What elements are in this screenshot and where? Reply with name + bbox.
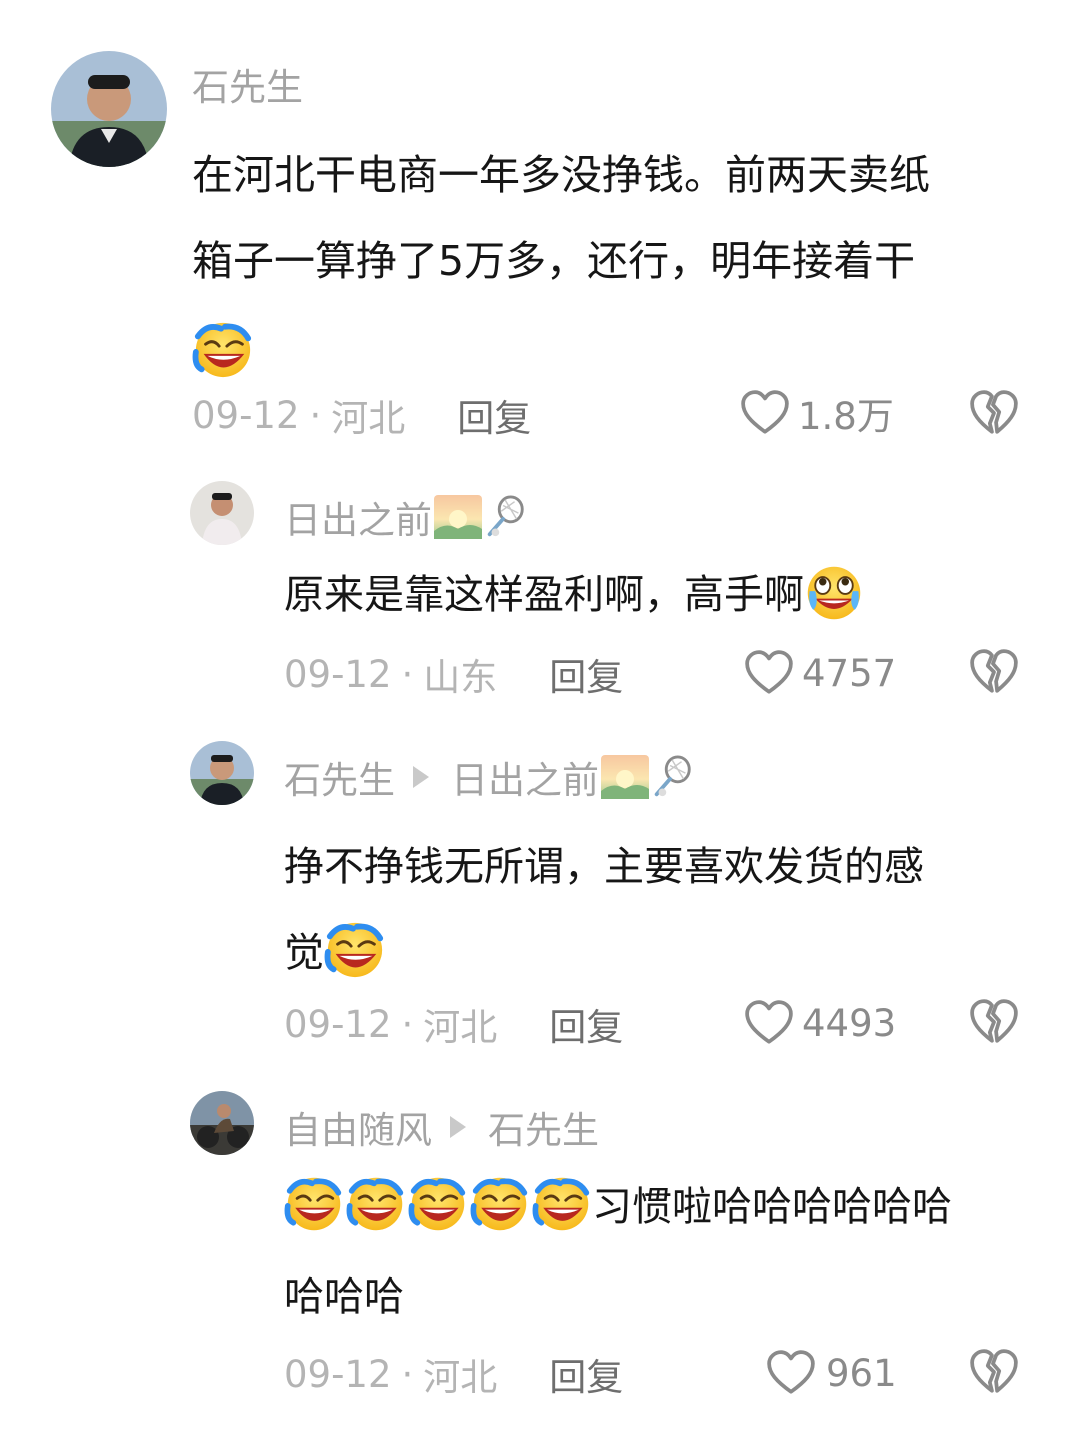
comment-text: 习惯啦哈哈哈哈哈哈 哈哈哈 (284, 1162, 952, 1342)
comment-location: 河北 (331, 397, 406, 440)
avatar-photo (190, 481, 254, 545)
reply-button[interactable]: 回复 (457, 388, 531, 442)
author-name-line: 日出之前 (284, 493, 528, 542)
comment-location: 河北 (423, 1356, 498, 1399)
comment-date: 09-12 (192, 393, 300, 437)
badminton-racket-icon (482, 494, 528, 540)
reply-button[interactable]: 回复 (549, 1347, 623, 1401)
comment-meta: 09-12 · 山东 回复 (284, 651, 623, 700)
broken-heart-icon[interactable] (969, 1349, 1019, 1395)
broken-heart-icon[interactable] (969, 649, 1019, 695)
separator: · (401, 652, 414, 696)
like-count: 4493 (802, 1001, 897, 1045)
avatar[interactable] (190, 481, 254, 545)
like-button[interactable]: 961 (766, 1348, 897, 1398)
author-name[interactable]: 石先生 (284, 750, 395, 804)
comment-text-line-with-emoji: 习惯啦哈哈哈哈哈哈 (284, 1162, 952, 1252)
comment-location: 山东 (423, 656, 498, 699)
avatar[interactable] (190, 741, 254, 805)
comment-date: 09-12 (284, 1002, 392, 1046)
comment-meta: 09-12 · 河北 回复 (192, 392, 531, 441)
comment-text: 在河北干电商一年多没挣钱。前两天卖纸 箱子一算挣了5万多，还行，明年接着干 (192, 132, 930, 374)
sunrise-icon (434, 493, 482, 541)
heart-outline-icon (744, 650, 794, 696)
reply-to-name[interactable]: 日出之前 (451, 750, 599, 804)
like-count: 961 (826, 1351, 897, 1395)
comment-meta: 09-12 · 河北 回复 (284, 1351, 623, 1400)
separator: · (401, 1352, 414, 1396)
laughing-crying-emoji-icon (470, 1174, 530, 1234)
reply-arrow-icon (413, 766, 429, 788)
comment-text: 挣不挣钱无所谓，主要喜欢发货的感 觉 (284, 824, 924, 996)
comment-text-line: 习惯啦哈哈哈哈哈哈 (592, 1184, 952, 1230)
comment-text-line: 哈哈哈 (284, 1274, 404, 1320)
avatar[interactable] (190, 1091, 254, 1155)
comment-text-line: 箱子一算挣了5万多，还行，明年接着干 (192, 237, 916, 285)
like-count: 4757 (802, 651, 897, 695)
comment-location: 河北 (423, 1006, 498, 1049)
reply-to-name[interactable]: 石先生 (488, 1100, 599, 1154)
laughing-crying-emoji-icon (408, 1174, 468, 1234)
laughing-crying-emoji-icon (346, 1174, 406, 1234)
sunrise-icon (601, 753, 649, 801)
separator: · (401, 1002, 414, 1046)
comment-text-line: 觉 (284, 930, 324, 976)
comment-text-line-with-emoji: 觉 (284, 910, 924, 996)
comment-text-line: 挣不挣钱无所谓，主要喜欢发货的感 (284, 844, 924, 890)
laughing-crying-emoji-icon (324, 919, 386, 981)
broken-heart-icon[interactable] (969, 999, 1019, 1045)
comment-meta: 09-12 · 河北 回复 (284, 1001, 623, 1050)
separator: · (309, 393, 322, 437)
like-button[interactable]: 1.8万 (740, 388, 894, 438)
like-button[interactable]: 4493 (744, 998, 896, 1048)
avatar-photo (51, 51, 167, 167)
comment-date: 09-12 (284, 1352, 392, 1396)
comment-text: 原来是靠这样盈利啊，高手啊 (284, 562, 864, 628)
heart-outline-icon (744, 1000, 794, 1046)
comment-text-line: 在河北干电商一年多没挣钱。前两天卖纸 (192, 151, 930, 199)
broken-heart-icon[interactable] (969, 390, 1019, 436)
laughing-crying-emoji-icon (192, 319, 254, 381)
comment-text-line (192, 304, 930, 374)
badminton-racket-icon (649, 754, 695, 800)
reply-arrow-icon (450, 1116, 466, 1138)
author-name[interactable]: 自由随风 (284, 1100, 432, 1154)
laughing-crying-emoji-icon (532, 1174, 592, 1234)
comment-date: 09-12 (284, 652, 392, 696)
author-name-line: 石先生 (192, 62, 303, 109)
reply-button[interactable]: 回复 (549, 997, 623, 1051)
teary-laugh-emoji-icon (804, 563, 864, 623)
heart-outline-icon (766, 1350, 816, 1396)
author-name-line: 自由随风 石先生 (284, 1104, 599, 1152)
like-count: 1.8万 (798, 395, 894, 438)
laughing-crying-emoji-icon (284, 1174, 344, 1234)
like-button[interactable]: 4757 (744, 648, 896, 698)
avatar-photo (190, 1091, 254, 1155)
reply-button[interactable]: 回复 (549, 647, 623, 701)
avatar[interactable] (51, 51, 167, 167)
heart-outline-icon (740, 390, 790, 436)
author-name-line: 石先生 日出之前 (284, 753, 695, 802)
author-name[interactable]: 日出之前 (284, 490, 432, 544)
avatar-photo (190, 741, 254, 805)
comment-text-line: 原来是靠这样盈利啊，高手啊 (284, 572, 804, 618)
author-name[interactable]: 石先生 (192, 57, 303, 111)
